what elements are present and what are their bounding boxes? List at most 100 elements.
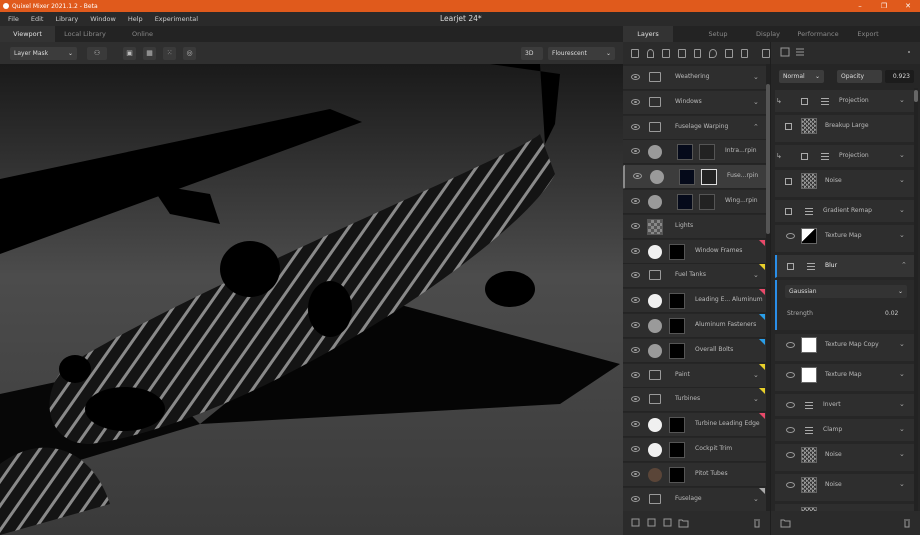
eye-icon[interactable] (631, 297, 640, 304)
view-mode-dropdown[interactable]: 3D (521, 46, 543, 60)
drop-icon[interactable] (709, 48, 718, 58)
3d-viewport[interactable] (0, 64, 623, 535)
mask-thumbnail[interactable] (699, 194, 715, 210)
tab-online[interactable]: Online (115, 26, 170, 42)
component-row[interactable]: ↳ Projection ⌄ (775, 145, 916, 168)
mask-thumbnail[interactable] (699, 144, 715, 161)
add-layer-icon[interactable] (647, 518, 656, 527)
tab-export[interactable]: Export (843, 26, 893, 42)
enable-checkbox[interactable] (801, 98, 808, 105)
shapes-icon[interactable]: ⚇ (87, 46, 107, 60)
component-row[interactable]: ↳ Projection ⌄ (775, 90, 916, 113)
eye-icon[interactable] (786, 452, 795, 458)
close-icon[interactable]: ✕ (896, 0, 920, 12)
chevron-down-icon[interactable]: ⌄ (753, 73, 759, 81)
delete-component-icon[interactable] (904, 519, 910, 528)
chevron-down-icon[interactable]: ⌄ (753, 98, 759, 106)
mask-icon[interactable] (780, 47, 790, 57)
component-row[interactable]: Noise⌄ (775, 444, 916, 472)
mask-thumbnail[interactable] (669, 318, 685, 334)
eye-icon[interactable] (631, 222, 640, 229)
blur-type-dropdown[interactable]: Gaussian ⌄ (785, 285, 907, 298)
components-scrollbar[interactable] (914, 88, 918, 511)
component-row[interactable]: Texture Map ⌄ (775, 225, 916, 253)
layer-row[interactable]: Pitot Tubes (623, 462, 767, 487)
maximize-icon[interactable]: ❐ (872, 0, 896, 12)
layer-row[interactable]: Cockpit Trim (623, 438, 767, 462)
mask-mode-dropdown[interactable]: Layer Mask ⌄ (10, 46, 77, 60)
add-mask-icon[interactable] (631, 518, 640, 527)
eye-icon[interactable] (631, 198, 640, 204)
more-options-icon[interactable] (908, 51, 910, 53)
layer-row[interactable]: Fuse...rpin (623, 165, 767, 190)
layer-row[interactable]: Turbine Leading Edge (623, 413, 767, 438)
component-row[interactable]: Breakup Large (775, 115, 916, 143)
chevron-up-icon[interactable]: ⌃ (901, 261, 907, 269)
chevron-down-icon[interactable]: ⌄ (899, 206, 905, 214)
eye-icon[interactable] (631, 123, 640, 130)
minimize-icon[interactable]: – (848, 0, 872, 12)
enable-checkbox[interactable] (787, 263, 794, 270)
grid-icon[interactable]: ▦ (143, 46, 156, 60)
opacity-input[interactable]: 0.923 (885, 70, 914, 83)
layer-row[interactable]: Turbines ⌄ (623, 388, 767, 413)
chevron-down-icon[interactable]: ⌄ (753, 495, 759, 503)
layer-row[interactable]: Weathering ⌄ (623, 66, 767, 90)
component-row[interactable]: Gradient Remap ⌄ (775, 200, 916, 223)
enable-checkbox[interactable] (785, 178, 792, 185)
layer-row[interactable]: Leading E... Aluminum (623, 289, 767, 314)
enable-checkbox[interactable] (785, 123, 792, 130)
enable-checkbox[interactable] (801, 153, 808, 160)
menu-edit[interactable]: Edit (31, 15, 44, 23)
eye-icon[interactable] (631, 346, 640, 353)
layer-row[interactable]: Window Frames (623, 239, 767, 264)
eye-icon[interactable] (786, 372, 795, 378)
mask-thumbnail[interactable] (669, 293, 685, 310)
tab-setup[interactable]: Setup (693, 26, 743, 42)
eye-icon[interactable] (631, 322, 640, 328)
chevron-down-icon[interactable]: ⌄ (899, 96, 905, 104)
mask-thumbnail[interactable] (701, 169, 717, 186)
layer-row[interactable]: Lights (623, 214, 767, 239)
eye-icon[interactable] (631, 272, 640, 279)
layer-row[interactable]: Windows ⌄ (623, 90, 767, 115)
tab-display[interactable]: Display (743, 26, 793, 42)
blend-mode-dropdown[interactable]: Normal ⌄ (779, 70, 824, 83)
target-icon[interactable]: ◎ (183, 46, 196, 60)
scrollbar-thumb[interactable] (914, 90, 918, 102)
fill-layer-icon[interactable] (693, 48, 702, 58)
chevron-down-icon[interactable]: ⌄ (753, 371, 759, 379)
chevron-down-icon[interactable]: ⌄ (899, 231, 905, 239)
eraser-icon[interactable] (725, 48, 733, 58)
menu-file[interactable]: File (8, 15, 19, 23)
eye-icon[interactable] (631, 396, 640, 403)
chevron-down-icon[interactable]: ⌄ (899, 370, 905, 378)
layer-row[interactable]: Fuel Tanks ⌄ (623, 264, 767, 289)
component-row[interactable]: Noise⌄ (775, 504, 916, 511)
layer-row[interactable]: Paint ⌄ (623, 363, 767, 388)
new-folder-icon[interactable] (780, 519, 791, 528)
layer-row[interactable]: Fuselage Warping ⌃ (623, 115, 767, 140)
layer-row[interactable]: Overall Bolts (623, 338, 767, 363)
mask-thumbnail[interactable] (669, 466, 685, 483)
eye-icon[interactable] (631, 98, 640, 105)
eye-icon[interactable] (786, 233, 795, 239)
layers-scrollbar[interactable] (766, 64, 770, 511)
layer-row[interactable]: Aluminum Fasteners (623, 314, 767, 338)
mask-thumbnail[interactable] (669, 442, 685, 458)
menu-window[interactable]: Window (90, 15, 116, 23)
enable-checkbox[interactable] (785, 208, 792, 215)
scrollbar-thumb[interactable] (766, 84, 770, 234)
eye-icon[interactable] (631, 247, 640, 254)
layer-row[interactable]: Wing...rpin (623, 190, 767, 214)
layer-row[interactable]: Intra...rpin (623, 140, 767, 165)
solid-layer-icon[interactable] (646, 48, 655, 58)
tab-viewport[interactable]: Viewport (0, 26, 55, 42)
chevron-down-icon[interactable]: ⌄ (899, 480, 905, 488)
tab-performance[interactable]: Performance (793, 26, 843, 42)
paint-layer-icon[interactable] (662, 48, 671, 58)
layer-row[interactable]: Fuselage ⌄ (623, 487, 767, 511)
chevron-up-icon[interactable]: ⌃ (753, 123, 759, 131)
eye-icon[interactable] (631, 446, 640, 452)
component-row[interactable]: Texture Map Copy ⌄ (775, 334, 916, 362)
